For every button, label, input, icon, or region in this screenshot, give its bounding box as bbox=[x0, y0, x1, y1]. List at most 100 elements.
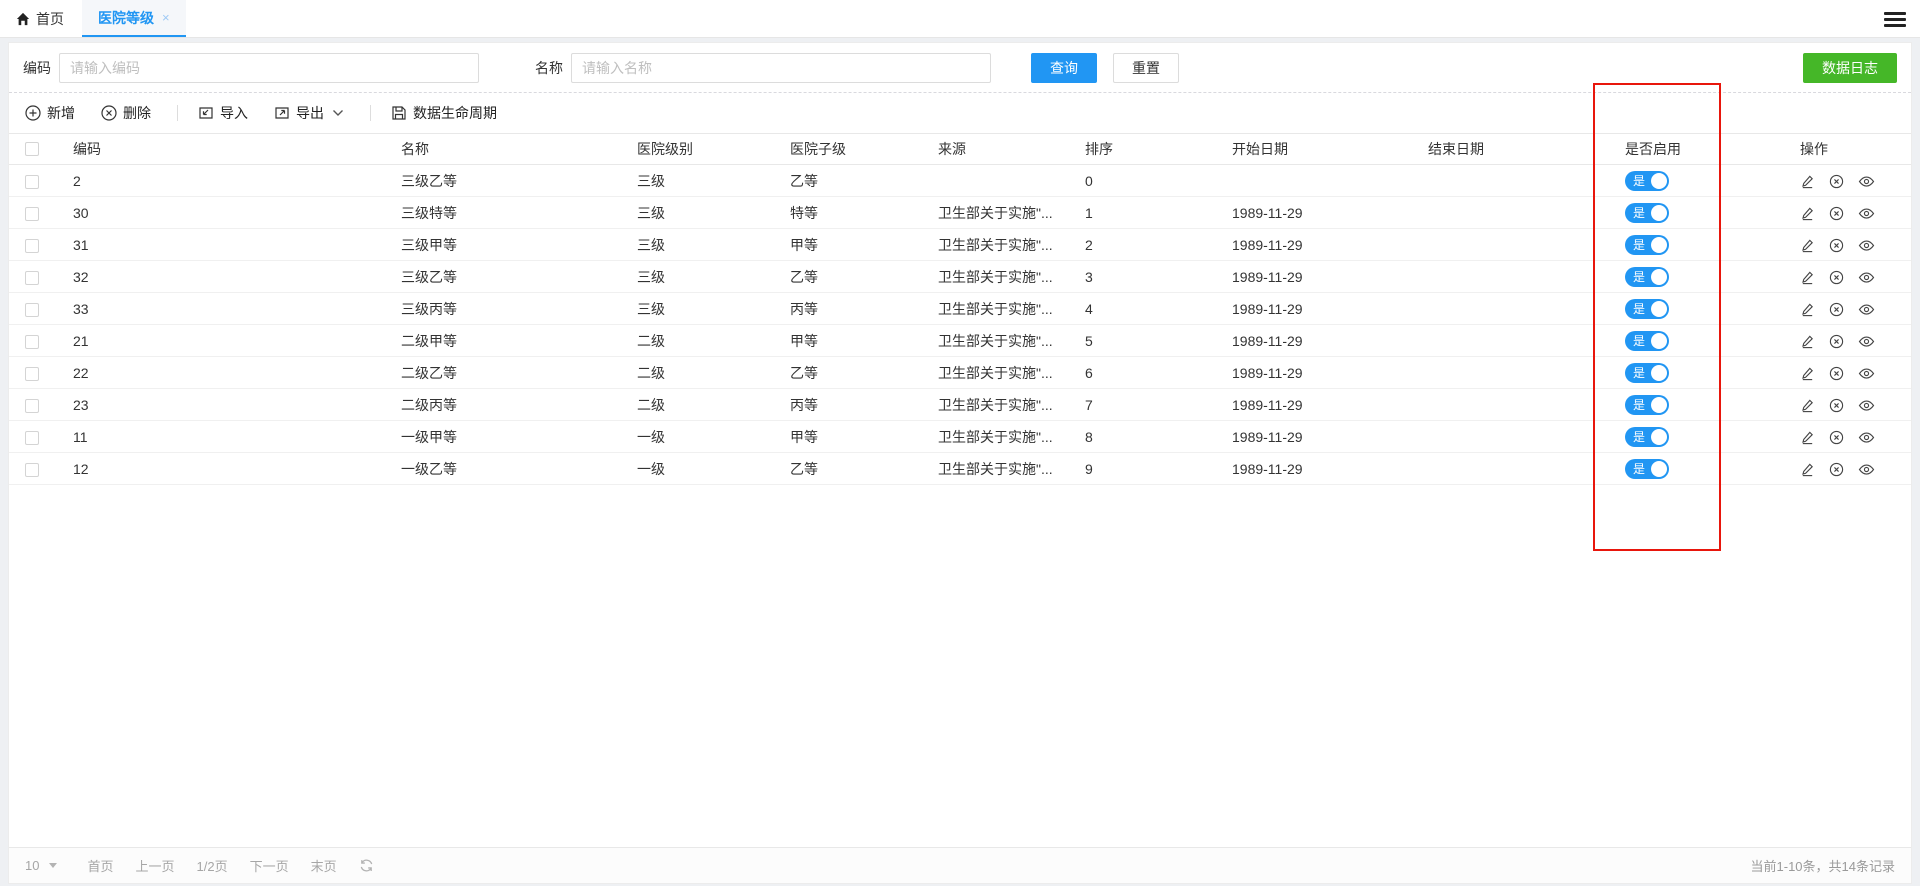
enabled-toggle[interactable]: 是 bbox=[1625, 202, 1669, 223]
toggle-label: 是 bbox=[1633, 301, 1646, 316]
delete-icon[interactable] bbox=[1829, 462, 1844, 477]
cell-level: 一级 bbox=[621, 420, 774, 453]
cell-code: 32 bbox=[57, 260, 385, 293]
lifecycle-label: 数据生命周期 bbox=[413, 105, 497, 121]
export-button[interactable]: 导出 bbox=[274, 103, 344, 123]
add-button[interactable]: 新增 bbox=[25, 103, 75, 123]
tab-hospital-grade[interactable]: 医院等级 × bbox=[82, 0, 186, 37]
cell-end-date bbox=[1412, 164, 1609, 197]
view-icon[interactable] bbox=[1858, 238, 1875, 253]
view-icon[interactable] bbox=[1858, 334, 1875, 349]
delete-icon[interactable] bbox=[1829, 174, 1844, 189]
enabled-toggle[interactable]: 是 bbox=[1625, 170, 1669, 191]
edit-icon[interactable] bbox=[1800, 206, 1815, 221]
select-all-checkbox[interactable] bbox=[25, 142, 39, 157]
code-label: 编码 bbox=[23, 59, 51, 76]
next-page-button[interactable]: 下一页 bbox=[250, 856, 289, 875]
refresh-icon[interactable] bbox=[359, 858, 374, 873]
enabled-toggle[interactable]: 是 bbox=[1625, 394, 1669, 415]
data-log-button[interactable]: 数据日志 bbox=[1803, 52, 1897, 83]
row-checkbox[interactable] bbox=[25, 366, 39, 381]
enabled-toggle[interactable]: 是 bbox=[1625, 426, 1669, 447]
prev-page-button[interactable]: 上一页 bbox=[135, 856, 174, 875]
view-icon[interactable] bbox=[1858, 206, 1875, 221]
cell-source: 卫生部关于实施"... bbox=[922, 196, 1069, 229]
row-checkbox[interactable] bbox=[25, 302, 39, 317]
enabled-toggle[interactable]: 是 bbox=[1625, 330, 1669, 351]
header-level: 医院级别 bbox=[637, 141, 693, 157]
cell-level: 三级 bbox=[621, 164, 774, 197]
code-input[interactable] bbox=[59, 52, 479, 83]
delete-icon[interactable] bbox=[1829, 270, 1844, 285]
edit-icon[interactable] bbox=[1800, 334, 1815, 349]
last-page-button[interactable]: 末页 bbox=[311, 856, 337, 875]
reset-button[interactable]: 重置 bbox=[1113, 52, 1179, 83]
table-row: 11 一级甲等 一级 甲等 卫生部关于实施"... 8 1989-11-29 是 bbox=[9, 420, 1911, 453]
import-button[interactable]: 导入 bbox=[198, 103, 248, 123]
view-icon[interactable] bbox=[1858, 462, 1875, 477]
pagination-bar: 10 首页 上一页 1/2页 下一页 末页 当前1-10条，共14条记录 bbox=[9, 847, 1911, 883]
row-checkbox[interactable] bbox=[25, 206, 39, 221]
edit-icon[interactable] bbox=[1800, 462, 1815, 477]
delete-icon[interactable] bbox=[1829, 398, 1844, 413]
export-label: 导出 bbox=[296, 105, 324, 121]
table-container: 编码 名称 医院级别 医院子级 来源 排序 开始日期 结束日期 是否启用 操作 … bbox=[9, 133, 1911, 847]
lifecycle-button[interactable]: 数据生命周期 bbox=[391, 103, 497, 123]
cell-sort: 7 bbox=[1069, 388, 1216, 421]
enabled-toggle[interactable]: 是 bbox=[1625, 458, 1669, 479]
cell-sublevel: 特等 bbox=[774, 196, 922, 229]
edit-icon[interactable] bbox=[1800, 302, 1815, 317]
row-checkbox[interactable] bbox=[25, 238, 39, 253]
row-checkbox[interactable] bbox=[25, 462, 39, 477]
delete-button[interactable]: 删除 bbox=[101, 103, 151, 123]
toggle-label: 是 bbox=[1633, 333, 1646, 348]
cell-sort: 2 bbox=[1069, 228, 1216, 261]
x-circle-icon bbox=[101, 105, 117, 121]
edit-icon[interactable] bbox=[1800, 398, 1815, 413]
data-table: 编码 名称 医院级别 医院子级 来源 排序 开始日期 结束日期 是否启用 操作 … bbox=[9, 133, 1911, 485]
cell-sublevel: 甲等 bbox=[774, 228, 922, 261]
enabled-toggle[interactable]: 是 bbox=[1625, 234, 1669, 255]
delete-icon[interactable] bbox=[1829, 206, 1844, 221]
delete-icon[interactable] bbox=[1829, 430, 1844, 445]
row-checkbox[interactable] bbox=[25, 430, 39, 445]
edit-icon[interactable] bbox=[1800, 238, 1815, 253]
enabled-toggle[interactable]: 是 bbox=[1625, 362, 1669, 383]
menu-hamburger-icon[interactable] bbox=[1884, 8, 1906, 30]
page-size-select[interactable]: 10 bbox=[25, 858, 58, 873]
toggle-label: 是 bbox=[1633, 205, 1646, 220]
view-icon[interactable] bbox=[1858, 366, 1875, 381]
name-input[interactable] bbox=[571, 52, 991, 83]
row-checkbox[interactable] bbox=[25, 334, 39, 349]
query-button[interactable]: 查询 bbox=[1031, 52, 1097, 83]
edit-icon[interactable] bbox=[1800, 430, 1815, 445]
edit-icon[interactable] bbox=[1800, 366, 1815, 381]
edit-icon[interactable] bbox=[1800, 270, 1815, 285]
delete-icon[interactable] bbox=[1829, 366, 1844, 381]
page-size-value: 10 bbox=[25, 858, 40, 873]
delete-icon[interactable] bbox=[1829, 334, 1844, 349]
name-label: 名称 bbox=[535, 59, 563, 76]
cell-sublevel: 甲等 bbox=[774, 324, 922, 357]
edit-icon[interactable] bbox=[1800, 174, 1815, 189]
cell-name: 三级丙等 bbox=[385, 292, 621, 325]
first-page-button[interactable]: 首页 bbox=[87, 856, 113, 875]
view-icon[interactable] bbox=[1858, 430, 1875, 445]
main-panel: 编码 名称 查询 重置 数据日志 新增 删除 导入 bbox=[8, 42, 1912, 884]
enabled-toggle[interactable]: 是 bbox=[1625, 266, 1669, 287]
delete-icon[interactable] bbox=[1829, 238, 1844, 253]
row-checkbox[interactable] bbox=[25, 270, 39, 285]
delete-icon[interactable] bbox=[1829, 302, 1844, 317]
row-checkbox[interactable] bbox=[25, 174, 39, 189]
view-icon[interactable] bbox=[1858, 270, 1875, 285]
enabled-toggle[interactable]: 是 bbox=[1625, 298, 1669, 319]
view-icon[interactable] bbox=[1858, 174, 1875, 189]
table-header-row: 编码 名称 医院级别 医院子级 来源 排序 开始日期 结束日期 是否启用 操作 bbox=[9, 133, 1911, 165]
tab-home[interactable]: 首页 bbox=[0, 0, 82, 37]
view-icon[interactable] bbox=[1858, 302, 1875, 317]
view-icon[interactable] bbox=[1858, 398, 1875, 413]
toolbar: 新增 删除 导入 导出 数据生命周期 bbox=[9, 93, 1911, 133]
row-checkbox[interactable] bbox=[25, 398, 39, 413]
tab-close-icon[interactable]: × bbox=[162, 10, 170, 25]
table-row: 22 二级乙等 二级 乙等 卫生部关于实施"... 6 1989-11-29 是 bbox=[9, 356, 1911, 389]
